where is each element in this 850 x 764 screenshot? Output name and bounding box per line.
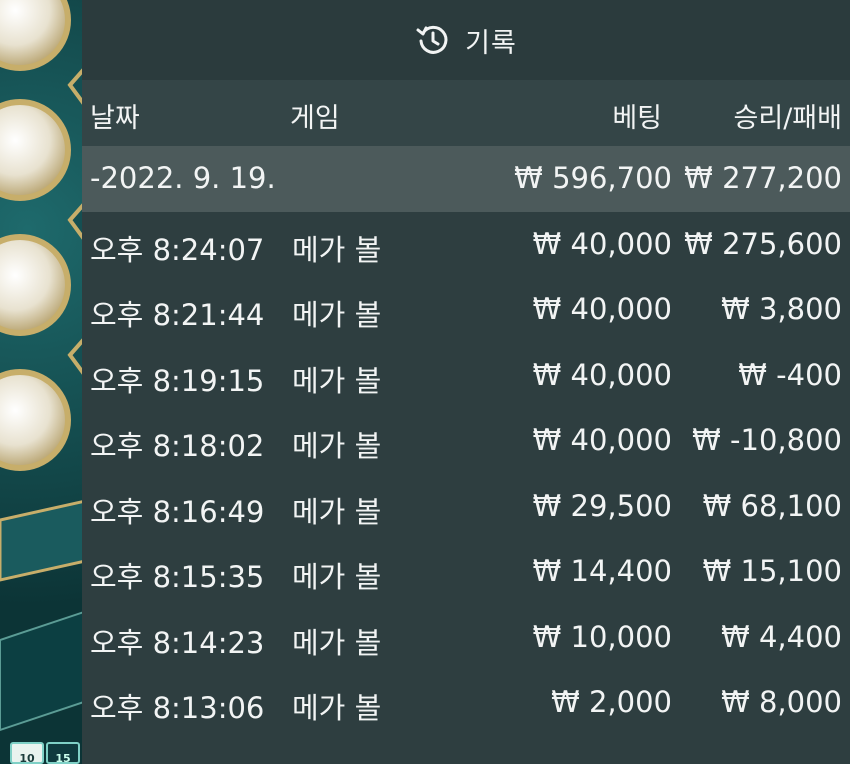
- row-game: 메가 볼: [292, 363, 382, 398]
- table-row[interactable]: 오후 8:24:07 메가 볼 ₩ 40,000 ₩ 275,600: [82, 212, 850, 278]
- row-game: 메가 볼: [292, 494, 382, 529]
- row-game: 메가 볼: [292, 429, 382, 463]
- column-header-bet: 베팅: [612, 103, 662, 134]
- table-row[interactable]: 오후 8:19:15 메가 볼 ₩ 40,000 ₩ -400: [82, 343, 850, 409]
- row-game: 메가 볼: [292, 298, 382, 332]
- row-time: 오후 8:16:49: [90, 494, 265, 529]
- row-game: 메가 볼: [292, 232, 382, 267]
- row-time: 오후 8:19:15: [90, 363, 265, 398]
- panel-title: 기록: [465, 27, 517, 59]
- group-bet-total: ₩ 596,700: [514, 161, 672, 195]
- row-result: ₩ 8,000: [721, 685, 842, 719]
- row-result: ₩ 3,800: [721, 292, 842, 326]
- table-header: 날짜 게임 베팅 승리/패배: [82, 80, 850, 146]
- group-result-total: ₩ 277,200: [684, 161, 842, 195]
- row-bet: ₩ 40,000: [532, 226, 672, 261]
- row-bet: ₩ 14,400: [532, 554, 672, 588]
- row-result: ₩ 15,100: [702, 554, 842, 588]
- row-time: 오후 8:13:06: [90, 691, 265, 725]
- chip-10[interactable]: 10: [10, 742, 44, 764]
- group-date: -2022. 9. 19.: [90, 161, 276, 195]
- row-bet: ₩ 40,000: [532, 423, 672, 457]
- table-row[interactable]: 오후 8:13:06 메가 볼 ₩ 2,000 ₩ 8,000: [82, 670, 850, 736]
- row-game: 메가 볼: [292, 691, 382, 725]
- row-time: 오후 8:15:35: [90, 560, 265, 594]
- column-header-result: 승리/패배: [733, 103, 842, 134]
- row-time: 오후 8:21:44: [90, 298, 265, 332]
- decorative-lattice: [0, 0, 90, 732]
- column-header-game: 게임: [290, 103, 340, 134]
- chip-15[interactable]: 15: [46, 742, 80, 764]
- row-bet: ₩ 2,000: [551, 685, 672, 719]
- row-time: 오후 8:24:07: [90, 232, 265, 267]
- row-time: 오후 8:14:23: [90, 625, 265, 660]
- row-game: 메가 볼: [292, 560, 382, 594]
- date-group-row[interactable]: -2022. 9. 19. ₩ 596,700 ₩ 277,200: [82, 146, 850, 212]
- chip-selector: 10 15: [10, 742, 90, 764]
- table-row[interactable]: 오후 8:18:02 메가 볼 ₩ 40,000 ₩ -10,800: [82, 408, 850, 474]
- table-row[interactable]: 오후 8:16:49 메가 볼 ₩ 29,500 ₩ 68,100: [82, 474, 850, 540]
- row-result: ₩ -10,800: [692, 423, 842, 457]
- table-row[interactable]: 오후 8:15:35 메가 볼 ₩ 14,400 ₩ 15,100: [82, 539, 850, 605]
- row-bet: ₩ 10,000: [532, 619, 672, 654]
- row-result: ₩ -400: [738, 357, 842, 392]
- row-result: ₩ 4,400: [721, 619, 842, 654]
- row-bet: ₩ 40,000: [532, 357, 672, 392]
- column-header-date: 날짜: [90, 103, 140, 134]
- row-bet: ₩ 40,000: [532, 292, 672, 326]
- row-time: 오후 8:18:02: [90, 429, 265, 463]
- history-panel: 기록 날짜 게임 베팅 승리/패배 -2022. 9. 19. ₩ 596,70…: [82, 0, 850, 764]
- table-row[interactable]: 오후 8:21:44 메가 볼 ₩ 40,000 ₩ 3,800: [82, 277, 850, 343]
- row-bet: ₩ 29,500: [532, 488, 672, 523]
- game-background: 10 15: [0, 0, 90, 764]
- panel-header: 기록: [82, 0, 850, 80]
- row-game: 메가 볼: [292, 625, 382, 660]
- table-row[interactable]: 오후 8:14:23 메가 볼 ₩ 10,000 ₩ 4,400: [82, 605, 850, 671]
- history-icon: [415, 22, 451, 58]
- row-result: ₩ 275,600: [684, 226, 842, 261]
- row-result: ₩ 68,100: [702, 488, 842, 523]
